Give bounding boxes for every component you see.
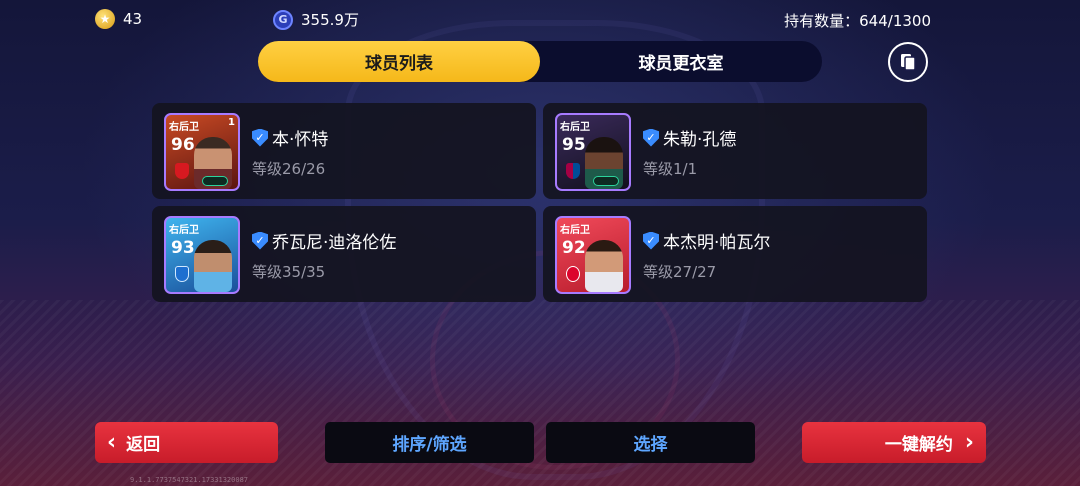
build-info: 9.1.1.7737547321.17331320087 [130, 476, 249, 484]
release-all-button[interactable]: 一键解约 › [802, 422, 986, 463]
skill-indicator-icon [593, 176, 619, 186]
club-badge-icon [566, 163, 580, 179]
player-name-row: ✓ 乔瓦尼·迪洛伦佐 [252, 228, 396, 253]
player-level: 等级26/26 [252, 160, 326, 178]
coin-amount: 43 [123, 10, 143, 28]
shield-check-icon: ✓ [643, 231, 659, 250]
player-name-row: ✓ 本杰明·帕瓦尔 [643, 228, 770, 253]
player-rating: 96 [171, 135, 195, 155]
player-portrait [585, 240, 623, 292]
back-label: 返回 [126, 435, 161, 455]
player-thumbnail: 右后卫 95 [555, 113, 631, 191]
player-thumbnail: 右后卫 96 1 [164, 113, 240, 191]
player-level: 等级27/27 [643, 263, 717, 281]
gp-counter: G 355.9万 [273, 9, 359, 30]
tab-player-list[interactable]: 球员列表 [258, 41, 540, 82]
player-name: 朱勒·孔德 [663, 130, 737, 150]
star-coin-icon: ★ [95, 9, 115, 29]
tab-bar: 球员列表 球员更衣室 [258, 41, 822, 82]
player-name: 乔瓦尼·迪洛伦佐 [272, 233, 397, 253]
club-badge-icon [175, 266, 189, 282]
player-name-row: ✓ 本·怀特 [252, 125, 328, 150]
back-button[interactable]: ‹ 返回 [95, 422, 278, 463]
copy-icon [901, 54, 916, 71]
player-card[interactable]: 右后卫 92 ✓ 本杰明·帕瓦尔 等级27/27 [543, 206, 927, 302]
player-name: 本·怀特 [272, 130, 329, 150]
shield-check-icon: ✓ [643, 128, 659, 147]
chevron-left-icon: ‹ [107, 430, 117, 455]
player-position: 右后卫 [169, 122, 199, 133]
player-rating: 93 [171, 238, 195, 258]
player-card[interactable]: 右后卫 96 1 ✓ 本·怀特 等级26/26 [152, 103, 536, 199]
skill-indicator-icon [202, 176, 228, 186]
player-rating: 95 [562, 135, 586, 155]
player-position: 右后卫 [560, 122, 590, 133]
player-card-count: 1 [228, 117, 235, 128]
player-card[interactable]: 右后卫 93 ✓ 乔瓦尼·迪洛伦佐 等级35/35 [152, 206, 536, 302]
copy-button[interactable] [888, 42, 928, 82]
player-portrait [194, 240, 232, 292]
player-level: 等级1/1 [643, 160, 698, 178]
coin-counter: ★ 43 [95, 9, 142, 29]
chevron-right-icon: › [964, 430, 974, 455]
select-button[interactable]: 选择 [546, 422, 755, 463]
club-badge-icon [566, 266, 580, 282]
player-card[interactable]: 右后卫 95 ✓ 朱勒·孔德 等级1/1 [543, 103, 927, 199]
player-position: 右后卫 [169, 225, 199, 236]
player-name-row: ✓ 朱勒·孔德 [643, 125, 736, 150]
player-level: 等级35/35 [252, 263, 326, 281]
sort-filter-button[interactable]: 排序/筛选 [325, 422, 534, 463]
release-all-label: 一键解约 [884, 435, 953, 455]
player-thumbnail: 右后卫 93 [164, 216, 240, 294]
tab-locker-room[interactable]: 球员更衣室 [540, 41, 822, 82]
player-position: 右后卫 [560, 225, 590, 236]
gp-coin-icon: G [273, 9, 293, 30]
gp-amount: 355.9万 [301, 11, 359, 29]
player-name: 本杰明·帕瓦尔 [663, 233, 771, 253]
player-thumbnail: 右后卫 92 [555, 216, 631, 294]
shield-check-icon: ✓ [252, 231, 268, 250]
top-bar: ★ 43 G 355.9万 持有数量：644/1300 [0, 0, 1080, 40]
shield-check-icon: ✓ [252, 128, 268, 147]
holding-count: 持有数量：644/1300 [784, 12, 931, 30]
club-badge-icon [175, 163, 189, 179]
player-rating: 92 [562, 238, 586, 258]
